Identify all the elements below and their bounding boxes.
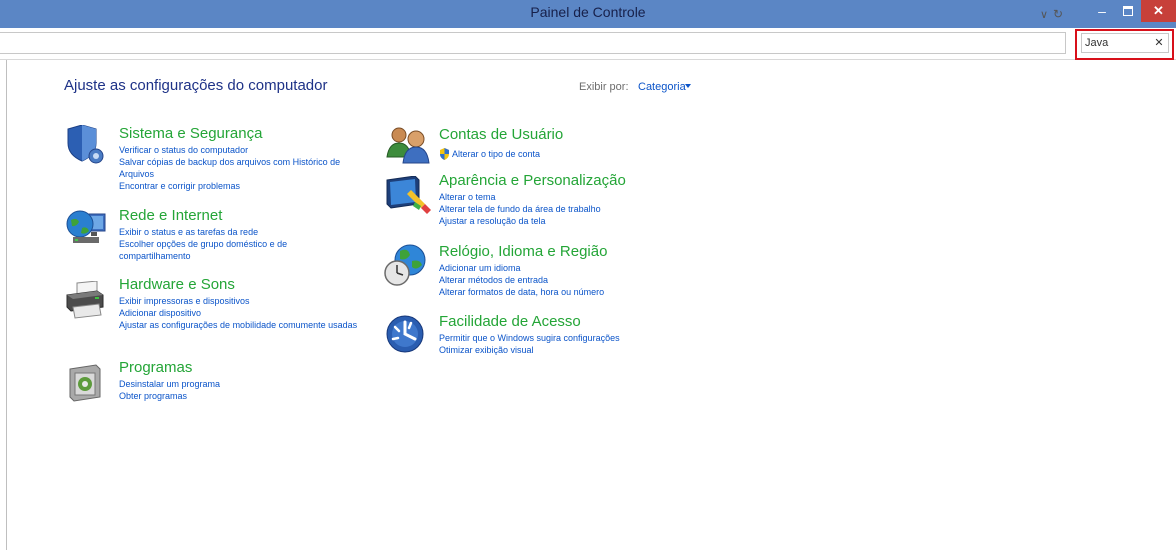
category-clock-language-region: Relógio, Idioma e Região Adicionar um id…	[439, 243, 699, 298]
category-title[interactable]: Contas de Usuário	[439, 126, 689, 144]
category-hardware-sound: Hardware e Sons Exibir impressoras e dis…	[119, 276, 374, 331]
window-title: Painel de Controle	[530, 4, 646, 20]
category-link[interactable]: Otimizar exibição visual	[439, 344, 699, 356]
category-title[interactable]: Facilidade de Acesso	[439, 313, 699, 331]
category-link[interactable]: Alterar o tipo de conta	[452, 148, 540, 160]
minimize-button[interactable]: –	[1089, 0, 1115, 22]
category-ease-of-access: Facilidade de Acesso Permitir que o Wind…	[439, 313, 699, 356]
network-globe-icon[interactable]	[65, 208, 107, 248]
category-link[interactable]: Ajustar a resolução da tela	[439, 215, 699, 227]
view-by-dropdown[interactable]: Categoria	[638, 81, 686, 93]
category-link[interactable]: Adicionar dispositivo	[119, 307, 374, 319]
category-link[interactable]: Obter programas	[119, 390, 374, 402]
category-title[interactable]: Rede e Internet	[119, 207, 374, 225]
category-link[interactable]: Encontrar e corrigir problemas	[119, 180, 374, 192]
address-bar	[0, 28, 1176, 60]
clear-search-icon[interactable]: ✕	[1154, 35, 1164, 49]
refresh-icon[interactable]: ↻	[1051, 4, 1065, 24]
shield-icon[interactable]	[64, 125, 108, 165]
category-link[interactable]: Permitir que o Windows sugira configuraç…	[439, 332, 699, 344]
category-title[interactable]: Hardware e Sons	[119, 276, 374, 294]
address-field[interactable]	[0, 32, 1066, 54]
title-bar: Painel de Controle – ✕	[0, 0, 1176, 28]
chevron-down-icon[interactable]: ∨	[1036, 4, 1052, 24]
uac-shield-icon	[440, 148, 449, 160]
monitor-paint-icon[interactable]	[385, 176, 431, 216]
window-left-border	[6, 60, 7, 550]
category-title[interactable]: Relógio, Idioma e Região	[439, 243, 699, 261]
programs-icon[interactable]	[66, 363, 104, 403]
category-title[interactable]: Sistema e Segurança	[119, 125, 374, 143]
category-network-internet: Rede e Internet Exibir o status e as tar…	[119, 207, 374, 262]
category-link[interactable]: Salvar cópias de backup dos arquivos com…	[119, 156, 369, 180]
maximize-button[interactable]	[1115, 0, 1141, 22]
caret-down-icon[interactable]	[685, 84, 691, 88]
restore-icon	[1123, 6, 1133, 16]
printer-icon[interactable]	[63, 281, 107, 319]
category-link[interactable]: Alterar tela de fundo da área de trabalh…	[439, 203, 699, 215]
close-icon: ✕	[1153, 3, 1164, 18]
category-link[interactable]: Exibir impressoras e dispositivos	[119, 295, 374, 307]
category-link[interactable]: Alterar formatos de data, hora ou número	[439, 286, 699, 298]
category-title[interactable]: Aparência e Personalização	[439, 172, 699, 190]
category-link[interactable]: Escolher opções de grupo doméstico e de …	[119, 238, 319, 262]
category-programs: Programas Desinstalar um programa Obter …	[119, 359, 374, 402]
category-title[interactable]: Programas	[119, 359, 374, 377]
category-link[interactable]: Alterar métodos de entrada	[439, 274, 699, 286]
close-button[interactable]: ✕	[1141, 0, 1176, 22]
ease-of-access-icon[interactable]	[386, 315, 426, 355]
category-user-accounts: Contas de Usuário Alterar o tipo de cont…	[439, 126, 689, 160]
view-by-label: Exibir por:	[579, 81, 629, 93]
users-icon[interactable]	[385, 125, 431, 165]
category-link[interactable]: Verificar o status do computador	[119, 144, 374, 156]
category-link[interactable]: Ajustar as configurações de mobilidade c…	[119, 319, 359, 331]
page-title: Ajuste as configurações do computador	[64, 77, 328, 94]
category-link[interactable]: Adicionar um idioma	[439, 262, 699, 274]
uac-link-row: Alterar o tipo de conta	[439, 148, 689, 160]
clock-globe-icon[interactable]	[384, 243, 430, 287]
category-link[interactable]: Desinstalar um programa	[119, 378, 374, 390]
category-system-security: Sistema e Segurança Verificar o status d…	[119, 125, 374, 192]
category-appearance: Aparência e Personalização Alterar o tem…	[439, 172, 699, 227]
minimize-icon: –	[1098, 3, 1106, 19]
category-link[interactable]: Alterar o tema	[439, 191, 699, 203]
category-link[interactable]: Exibir o status e as tarefas da rede	[119, 226, 374, 238]
